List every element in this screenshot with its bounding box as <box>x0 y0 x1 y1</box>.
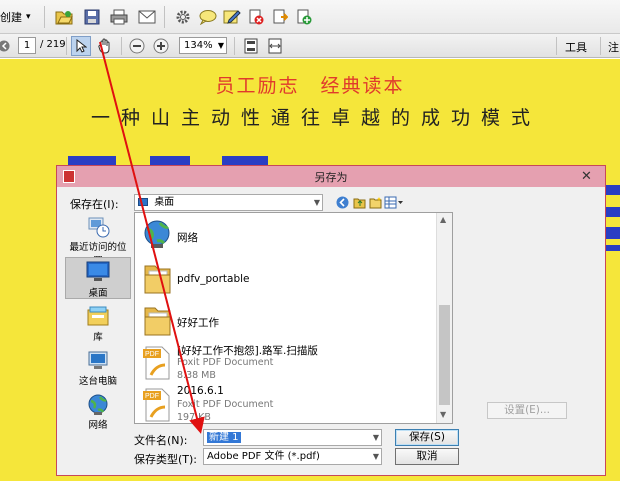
annotation-arrow <box>99 41 205 434</box>
